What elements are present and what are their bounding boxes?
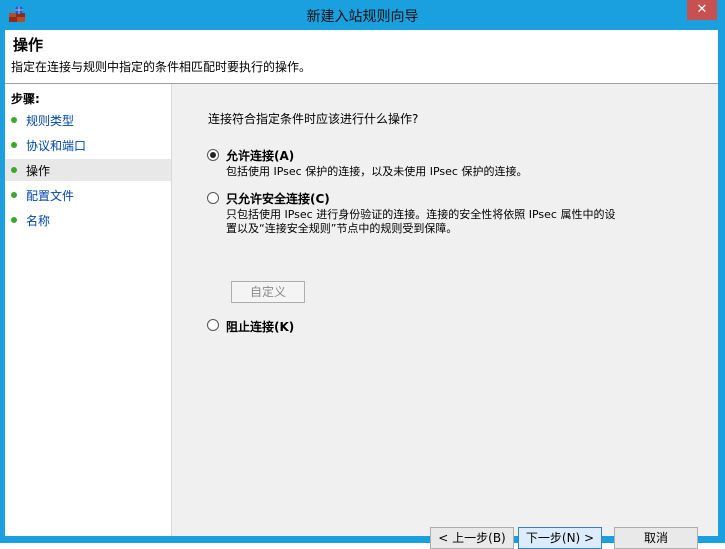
window-title: 新建入站规则向导 xyxy=(306,9,419,25)
customize-button[interactable]: 自定义 xyxy=(231,281,305,303)
step-bullet-icon xyxy=(11,117,17,123)
step-bullet-icon xyxy=(11,192,17,198)
close-button[interactable]: ✕ xyxy=(687,0,717,20)
main-content: 连接符合指定条件时应该进行什么操作? 允许连接(A) 包括使用 IPsec 保护… xyxy=(177,84,718,549)
next-button[interactable]: 下一步(N) > xyxy=(518,527,602,549)
steps-heading: 步骤: xyxy=(11,92,40,106)
step-bullet-icon xyxy=(11,217,17,223)
step-profile[interactable]: 配置文件 xyxy=(5,184,171,206)
step-rule-type[interactable]: 规则类型 xyxy=(5,109,171,131)
close-icon: ✕ xyxy=(696,2,708,17)
allow-secure-label[interactable]: 只允许安全连接(C) xyxy=(226,190,330,207)
page-header: 操作 指定在连接与规则中指定的条件相匹配时要执行的操作。 xyxy=(5,30,718,84)
step-label: 操作 xyxy=(26,164,51,178)
radio-selected-dot xyxy=(210,152,216,158)
step-label: 规则类型 xyxy=(26,114,75,128)
allow-connection-description: 包括使用 IPsec 保护的连接，以及未使用 IPsec 保护的连接。 xyxy=(226,165,528,178)
allow-secure-description-line1: 只包括使用 IPsec 进行身份验证的连接。连接的安全性将依照 IPsec 属性… xyxy=(226,208,616,221)
block-connection-radio[interactable] xyxy=(207,319,219,331)
step-bullet-icon xyxy=(11,142,17,148)
action-question: 连接符合指定条件时应该进行什么操作? xyxy=(208,112,419,126)
steps-panel: 步骤: 规则类型 协议和端口 操作 配置文件 名称 xyxy=(5,84,172,536)
step-protocol-ports[interactable]: 协议和端口 xyxy=(5,134,171,156)
allow-secure-radio[interactable] xyxy=(207,192,219,204)
step-name[interactable]: 名称 xyxy=(5,209,171,231)
step-action[interactable]: 操作 xyxy=(5,159,171,181)
client-area: 操作 指定在连接与规则中指定的条件相匹配时要执行的操作。 步骤: 规则类型 协议… xyxy=(5,30,718,549)
step-label: 协议和端口 xyxy=(26,139,87,153)
allow-secure-description-line2: 置以及“连接安全规则”节点中的规则受到保障。 xyxy=(226,222,458,235)
cancel-button[interactable]: 取消 xyxy=(614,527,698,549)
allow-connection-radio[interactable] xyxy=(207,149,219,161)
step-label: 名称 xyxy=(26,214,51,228)
page-title: 操作 xyxy=(13,36,44,54)
allow-connection-label[interactable]: 允许连接(A) xyxy=(226,147,294,164)
page-description: 指定在连接与规则中指定的条件相匹配时要执行的操作。 xyxy=(11,60,312,74)
step-label: 配置文件 xyxy=(26,189,75,203)
step-bullet-icon xyxy=(11,167,17,173)
title-bar[interactable]: 新建入站规则向导 ✕ xyxy=(0,0,725,30)
block-connection-label[interactable]: 阻止连接(K) xyxy=(226,318,294,335)
back-button[interactable]: < 上一步(B) xyxy=(430,527,514,549)
wizard-window: 新建入站规则向导 ✕ 操作 指定在连接与规则中指定的条件相匹配时要执行的操作。 … xyxy=(0,0,725,549)
